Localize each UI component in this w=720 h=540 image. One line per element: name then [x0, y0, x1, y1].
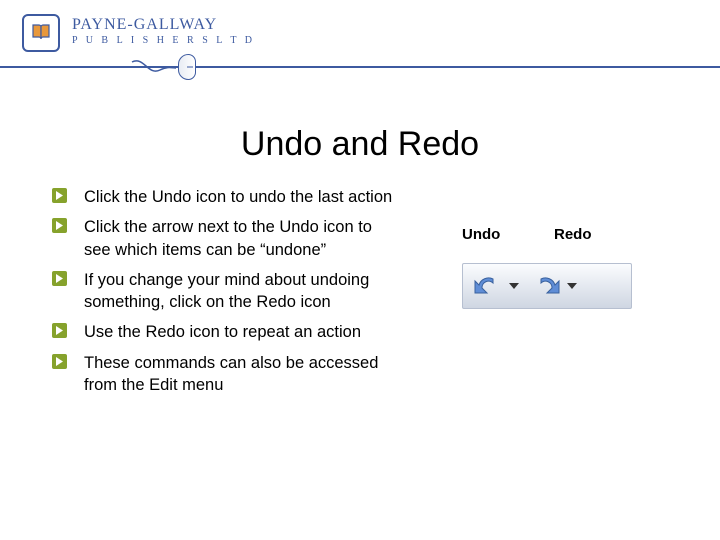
bullet-text: Click the Undo icon to undo the last act…: [84, 188, 392, 206]
bullet-list: Click the Undo icon to undo the last act…: [52, 186, 402, 404]
bullet-item: These commands can also be accessed from…: [52, 352, 402, 397]
header-divider: [0, 66, 720, 68]
bullet-text: If you change your mind about undoing so…: [84, 271, 369, 311]
brand-name: PAYNE-GALLWAY: [72, 16, 255, 34]
redo-button[interactable]: [527, 267, 585, 305]
content-area: Click the Undo icon to undo the last act…: [0, 186, 720, 404]
bullet-play-icon: [52, 218, 67, 233]
bullet-play-icon: [52, 354, 67, 369]
bullet-text: Use the Redo icon to repeat an action: [84, 323, 361, 341]
header: PAYNE-GALLWAY P U B L I S H E R S L T D: [0, 0, 720, 70]
bullet-play-icon: [52, 188, 67, 203]
bullet-item: Click the Undo icon to undo the last act…: [52, 186, 402, 208]
brand-block: PAYNE-GALLWAY P U B L I S H E R S L T D: [72, 14, 255, 46]
undo-redo-toolbar: [462, 263, 632, 309]
bullet-text: Click the arrow next to the Undo icon to…: [84, 218, 372, 258]
bullet-text: These commands can also be accessed from…: [84, 354, 378, 394]
toolbar-labels: Undo Redo: [462, 226, 680, 243]
redo-dropdown-icon[interactable]: [567, 283, 577, 289]
slide-title: Undo and Redo: [0, 125, 720, 164]
bullet-item: If you change your mind about undoing so…: [52, 269, 402, 314]
publisher-logo-icon: [22, 14, 60, 52]
undo-button[interactable]: [469, 267, 527, 305]
brand-subtitle: P U B L I S H E R S L T D: [72, 35, 255, 46]
redo-label: Redo: [554, 226, 592, 243]
mouse-decoration-icon: [130, 58, 200, 76]
bullet-play-icon: [52, 323, 67, 338]
undo-icon: [469, 269, 507, 303]
right-panel: Undo Redo: [402, 186, 680, 404]
bullet-item: Use the Redo icon to repeat an action: [52, 321, 402, 343]
bullet-item: Click the arrow next to the Undo icon to…: [52, 216, 402, 261]
undo-dropdown-icon[interactable]: [509, 283, 519, 289]
undo-label: Undo: [462, 226, 554, 243]
redo-icon: [527, 269, 565, 303]
bullet-play-icon: [52, 271, 67, 286]
